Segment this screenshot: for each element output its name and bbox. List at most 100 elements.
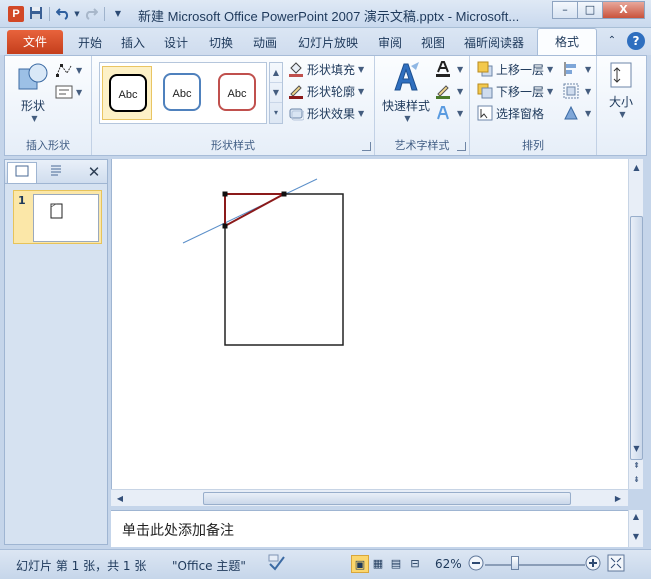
save-icon[interactable] — [28, 6, 44, 22]
scroll-right-icon[interactable]: ▶ — [611, 492, 625, 506]
powerpoint-app-icon[interactable]: P — [8, 6, 24, 22]
slide-count-status: 幻灯片 第 1 张，共 1 张 — [16, 559, 147, 573]
reading-view-icon[interactable]: ▤ — [387, 555, 405, 573]
scroll-left-icon[interactable]: ◀ — [113, 492, 127, 506]
scroll-up-icon[interactable]: ▲ — [629, 161, 644, 175]
help-icon[interactable]: ? — [627, 32, 645, 50]
dialog-launcher-icon[interactable] — [457, 142, 466, 151]
selection-handle[interactable] — [222, 191, 228, 197]
slide-thumbnail — [33, 194, 99, 242]
theme-status[interactable]: "Office 主题" — [172, 557, 246, 574]
group-objects-button[interactable]: ▼ — [563, 81, 591, 101]
tab-review[interactable]: 审阅 — [372, 32, 408, 55]
zoom-slider-thumb[interactable] — [511, 556, 519, 570]
slides-pane-tabs: ✕ — [5, 160, 107, 184]
notes-scroll-down-icon[interactable]: ▼ — [629, 530, 643, 544]
selection-handle[interactable] — [281, 191, 287, 197]
text-box-button[interactable]: ▼ — [55, 82, 82, 102]
minimize-ribbon-icon[interactable]: ⌃ — [603, 32, 621, 50]
bring-forward-label: 上移一层 — [496, 62, 545, 77]
quick-styles-button[interactable]: 快速样式 ▼ — [379, 60, 433, 123]
shape-effects-icon — [289, 108, 304, 121]
shapes-button[interactable]: 形状 ▼ — [13, 60, 53, 123]
horizontal-scrollbar[interactable]: ◀ ▶ — [111, 489, 628, 506]
slideshow-view-icon[interactable]: ⊟ — [406, 555, 424, 573]
shape-fill-button[interactable]: 形状填充 ▼ — [288, 59, 364, 79]
group-label-arrange: 排列 — [522, 139, 544, 152]
slide-canvas[interactable] — [111, 159, 628, 489]
zoom-out-icon[interactable] — [468, 555, 484, 574]
customize-qat-icon[interactable]: ▼ — [110, 6, 126, 22]
tab-slides[interactable] — [7, 162, 37, 183]
tab-design[interactable]: 设计 — [158, 32, 194, 55]
gallery-scroll: ▲ ▼ ▾ — [269, 62, 283, 124]
tab-foxit-reader[interactable]: 福昕阅读器 — [459, 32, 529, 55]
dialog-launcher-icon[interactable] — [362, 142, 371, 151]
rotate-button[interactable]: ▼ — [563, 103, 591, 123]
spell-check-icon[interactable] — [268, 554, 286, 575]
shape-effects-button[interactable]: 形状效果 ▼ — [288, 103, 364, 123]
zoom-level[interactable]: 62% — [435, 557, 462, 571]
shape-style-swatch[interactable]: Abc — [212, 66, 262, 120]
shape-style-swatch[interactable]: Abc — [157, 66, 207, 120]
scroll-down-icon[interactable]: ▼ — [629, 442, 644, 456]
maximize-button[interactable]: □ — [577, 1, 603, 19]
window-title: 新建 Microsoft Office PowerPoint 2007 演示文稿… — [138, 9, 520, 24]
shape-outline-button[interactable]: 形状轮廓 ▼ — [288, 81, 364, 101]
edit-shape-button[interactable]: ▼ — [55, 60, 82, 80]
group-insert-shapes: 形状 ▼ ▼ ▼ 插入形状 — [5, 56, 92, 155]
gallery-scroll-down-icon[interactable]: ▼ — [270, 83, 282, 103]
text-outline-button[interactable]: ▼ — [435, 81, 463, 101]
slide-sorter-view-icon[interactable]: ▦ — [369, 555, 387, 573]
close-button[interactable]: X — [602, 1, 645, 19]
normal-view-icon[interactable]: ▣ — [351, 555, 369, 573]
notes-pane[interactable]: 单击此处添加备注 — [111, 510, 628, 547]
size-button[interactable]: 大小 ▼ — [601, 60, 641, 119]
zoom-in-icon[interactable] — [585, 555, 601, 574]
text-fill-icon — [436, 61, 450, 77]
tab-home[interactable]: 开始 — [72, 32, 108, 55]
quick-access-toolbar: ▼ ▼ — [28, 5, 126, 23]
undo-dropdown-icon[interactable]: ▼ — [73, 6, 81, 22]
selection-pane-button[interactable]: 选择窗格 — [477, 103, 544, 123]
slide-svg — [182, 178, 344, 346]
tab-animations[interactable]: 动画 — [247, 32, 283, 55]
close-pane-icon[interactable]: ✕ — [85, 162, 103, 182]
notes-placeholder[interactable]: 单击此处添加备注 — [122, 520, 234, 540]
notes-scrollbar[interactable]: ▲ ▼ — [628, 510, 643, 547]
minimize-button[interactable]: – — [552, 1, 578, 19]
selection-handle[interactable] — [222, 223, 228, 229]
next-slide-icon[interactable]: ⇟ — [629, 473, 644, 487]
chevron-down-icon: ▼ — [619, 110, 626, 119]
text-fill-button[interactable]: ▼ — [435, 59, 463, 79]
gallery-more-icon[interactable]: ▾ — [270, 103, 282, 123]
tab-file[interactable]: 文件 — [7, 30, 63, 54]
tab-insert[interactable]: 插入 — [115, 32, 151, 55]
notes-scroll-up-icon[interactable]: ▲ — [629, 510, 643, 524]
tab-slideshow[interactable]: 幻灯片放映 — [293, 32, 363, 55]
previous-slide-icon[interactable]: ⇞ — [629, 459, 644, 473]
bring-forward-button[interactable]: 上移一层 ▼ — [477, 59, 553, 79]
redo-icon[interactable] — [83, 6, 99, 22]
tab-transitions[interactable]: 切换 — [203, 32, 239, 55]
align-button[interactable]: ▼ — [563, 59, 591, 79]
shape-style-swatch[interactable]: Abc — [102, 66, 152, 120]
outline-tab-icon — [51, 165, 61, 176]
selected-triangle-shape[interactable] — [224, 193, 285, 228]
text-effects-button[interactable]: ▼ — [435, 103, 463, 123]
shapes-label: 形状 — [20, 99, 45, 113]
fit-to-window-icon[interactable] — [607, 554, 625, 575]
zoom-slider-track[interactable] — [485, 564, 585, 566]
undo-icon[interactable] — [55, 6, 71, 22]
tab-format[interactable]: 格式 — [537, 28, 597, 56]
vertical-scroll-thumb[interactable] — [630, 216, 643, 460]
vertical-scrollbar[interactable]: ▲ ▼ ⇞ ⇟ — [628, 159, 643, 489]
tab-outline[interactable] — [41, 162, 71, 183]
send-backward-button[interactable]: 下移一层 ▼ — [477, 81, 553, 101]
ribbon: 形状 ▼ ▼ ▼ 插入形状 Abc Abc Abc ▲ ▼ ▾ 形状填充 ▼ 形… — [4, 55, 647, 156]
gallery-scroll-up-icon[interactable]: ▲ — [270, 63, 282, 83]
tab-view[interactable]: 视图 — [415, 32, 451, 55]
align-icon — [564, 62, 576, 76]
slide-thumbnail-item[interactable]: 1 — [13, 190, 102, 244]
horizontal-scroll-thumb[interactable] — [203, 492, 571, 505]
